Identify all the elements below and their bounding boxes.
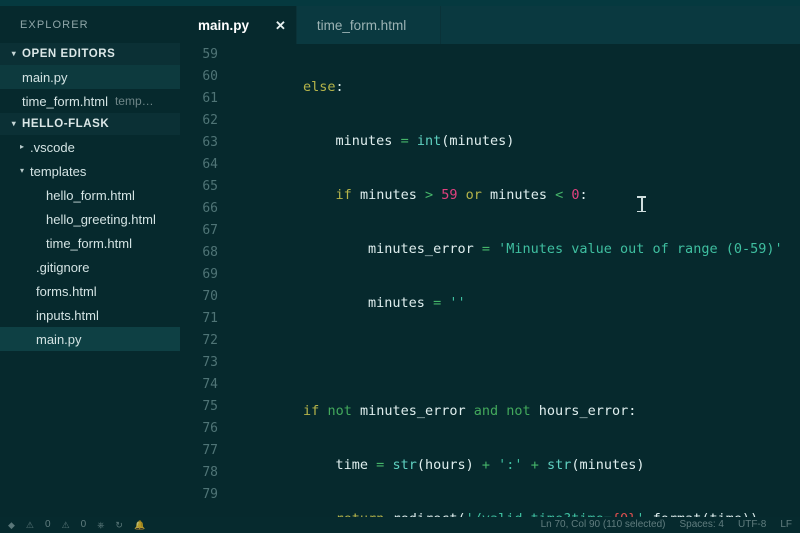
- code-line-63[interactable]: minutes = '': [232, 292, 800, 314]
- line-ending[interactable]: LF: [780, 520, 792, 530]
- code-line-60[interactable]: minutes = int(minutes): [232, 130, 800, 152]
- code-line-66[interactable]: time = str(hours) + ':' + str(minutes): [232, 454, 800, 476]
- code-line-59[interactable]: else:: [232, 76, 800, 98]
- close-icon[interactable]: ✕: [275, 19, 286, 32]
- error-icon[interactable]: ⚠: [26, 520, 34, 531]
- line-number: 74: [202, 377, 218, 392]
- explorer-sidebar: EXPLORER ▾ OPEN EDITORS main.py time_for…: [0, 6, 180, 517]
- chevron-down-icon[interactable]: ▾: [6, 120, 22, 128]
- editor-tab-bar: main.py ✕ time_form.html: [180, 6, 800, 44]
- tree-item-label: .vscode: [30, 139, 75, 155]
- code-editor[interactable]: 59 60 61 62 63 64 65 66 67 68 69 70 71 7…: [180, 44, 800, 517]
- section-header-hello-flask[interactable]: ▾ HELLO-FLASK: [0, 113, 180, 135]
- tree-item-label: time_form.html: [46, 235, 132, 251]
- tab-main-py[interactable]: main.py ✕: [180, 6, 297, 44]
- status-bar-right: Ln 70, Col 90 (110 selected) Spaces: 4 U…: [541, 520, 792, 530]
- section-header-open-editors[interactable]: ▾ OPEN EDITORS: [0, 43, 180, 65]
- vscode-window: EXPLORER ▾ OPEN EDITORS main.py time_for…: [0, 0, 800, 533]
- line-number: 72: [202, 333, 218, 348]
- line-number: 67: [202, 223, 218, 238]
- code-line-67[interactable]: return redirect('/valid-time?time={0}'.f…: [232, 508, 800, 517]
- line-number: 63: [202, 135, 218, 150]
- branch-icon[interactable]: ⎈: [97, 520, 104, 531]
- encoding[interactable]: UTF-8: [738, 520, 766, 530]
- chevron-down-icon[interactable]: ▾: [6, 50, 22, 58]
- workbench-body: EXPLORER ▾ OPEN EDITORS main.py time_for…: [0, 6, 800, 517]
- line-number: 68: [202, 245, 218, 260]
- tree-item-label: hello_greeting.html: [46, 211, 156, 227]
- warning-count[interactable]: 0: [81, 520, 87, 530]
- tree-item-label: inputs.html: [36, 307, 99, 323]
- explorer-title: EXPLORER: [20, 19, 89, 31]
- section-label-hello-flask: HELLO-FLASK: [22, 118, 110, 130]
- section-label-open-editors: OPEN EDITORS: [22, 48, 116, 60]
- chevron-down-icon[interactable]: ▾: [14, 167, 30, 175]
- line-number: 76: [202, 421, 218, 436]
- tree-item-label: hello_form.html: [46, 187, 135, 203]
- warning-icon[interactable]: ⚠: [62, 520, 70, 531]
- line-number: 71: [202, 311, 218, 326]
- open-editor-description: temp…: [114, 94, 154, 108]
- line-number: 65: [202, 179, 218, 194]
- tree-item-label: .gitignore: [36, 259, 90, 275]
- line-number: 62: [202, 113, 218, 128]
- cursor-position[interactable]: Ln 70, Col 90 (110 selected): [541, 520, 666, 530]
- tree-item-hello-form-html[interactable]: hello_form.html: [0, 183, 180, 207]
- line-number: 60: [202, 69, 218, 84]
- line-number: 69: [202, 267, 218, 282]
- open-editor-item-time-form-html[interactable]: time_form.html temp…: [0, 89, 180, 113]
- indentation[interactable]: Spaces: 4: [680, 520, 724, 530]
- status-bar-left: ◆ ⚠ 0 ⚠ 0 ⎈ ↻ 🔔: [8, 520, 145, 531]
- code-line-61[interactable]: if minutes > 59 or minutes < 0:: [232, 184, 800, 206]
- tree-item-time-form-html[interactable]: time_form.html: [0, 231, 180, 255]
- line-number-gutter: 59 60 61 62 63 64 65 66 67 68 69 70 71 7…: [180, 44, 232, 517]
- code-content[interactable]: else: minutes = int(minutes) if minutes …: [232, 44, 800, 517]
- tree-item-label: templates: [30, 163, 87, 179]
- line-number: [180, 506, 218, 517]
- editor-area: main.py ✕ time_form.html 59 60 61 62 63 …: [180, 6, 800, 517]
- bell-icon[interactable]: 🔔: [134, 520, 145, 531]
- line-number: 70: [202, 289, 218, 304]
- tree-item-forms-html[interactable]: forms.html: [0, 279, 180, 303]
- tab-time-form-html[interactable]: time_form.html: [296, 6, 442, 44]
- line-number: 61: [202, 91, 218, 106]
- open-editor-item-main-py[interactable]: main.py: [0, 65, 180, 89]
- line-number: 77: [202, 443, 218, 458]
- tree-item-gitignore[interactable]: .gitignore: [0, 255, 180, 279]
- line-number: 78: [202, 465, 218, 480]
- code-line-64[interactable]: [232, 346, 800, 368]
- line-number: 64: [202, 157, 218, 172]
- error-count[interactable]: 0: [45, 520, 51, 530]
- tree-item-label: main.py: [36, 331, 82, 347]
- tab-bar-filler: [441, 6, 800, 44]
- tree-item-templates[interactable]: ▾ templates: [0, 159, 180, 183]
- tab-label: main.py: [198, 17, 250, 33]
- line-number: 59: [202, 47, 218, 62]
- tree-item-main-py[interactable]: main.py: [0, 327, 180, 351]
- line-number: 66: [202, 201, 218, 216]
- code-line-65[interactable]: if not minutes_error and not hours_error…: [232, 400, 800, 422]
- status-bar: ◆ ⚠ 0 ⚠ 0 ⎈ ↻ 🔔 Ln 70, Col 90 (110 selec…: [0, 517, 800, 533]
- line-number: 75: [202, 399, 218, 414]
- tree-item-vscode[interactable]: ▸ .vscode: [0, 135, 180, 159]
- line-number: 73: [202, 355, 218, 370]
- open-editor-label: main.py: [22, 69, 68, 85]
- chevron-right-icon[interactable]: ▸: [14, 143, 30, 151]
- tab-label: time_form.html: [316, 17, 407, 33]
- tree-item-hello-greeting-html[interactable]: hello_greeting.html: [0, 207, 180, 231]
- code-line-62[interactable]: minutes_error = 'Minutes value out of ra…: [232, 238, 800, 260]
- line-number: 79: [202, 487, 218, 502]
- tree-item-label: forms.html: [36, 283, 97, 299]
- sync-icon[interactable]: ↻: [115, 520, 123, 531]
- remote-icon[interactable]: ◆: [8, 520, 15, 531]
- tree-item-inputs-html[interactable]: inputs.html: [0, 303, 180, 327]
- open-editor-label: time_form.html: [22, 93, 108, 109]
